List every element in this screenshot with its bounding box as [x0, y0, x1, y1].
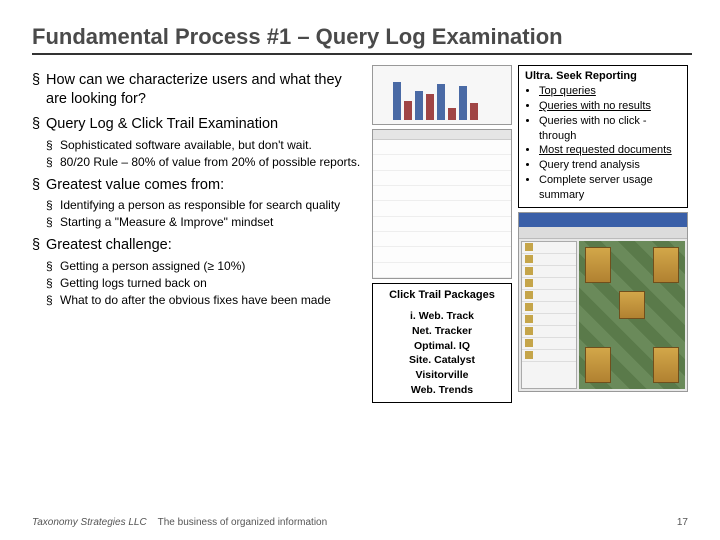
bullet-2: Query Log & Click Trail Examination: [32, 115, 362, 134]
footer: Taxonomy Strategies LLC The business of …: [32, 517, 688, 528]
ultra-item: Most requested documents: [539, 143, 681, 158]
bullet-3b: Starting a "Measure & Improve" mindset: [46, 215, 362, 230]
footer-left: Taxonomy Strategies LLC The business of …: [32, 517, 327, 528]
window-titlebar: [519, 213, 687, 227]
col-b: Ultra. Seek Reporting Top queries Querie…: [518, 65, 688, 403]
bullet-4c: What to do after the obvious fixes have …: [46, 293, 362, 308]
bullet-2b: 80/20 Rule – 80% of value from 20% of po…: [46, 155, 362, 170]
click-item: Net. Tracker: [375, 324, 509, 339]
bullet-2a: Sophisticated software available, but do…: [46, 138, 362, 153]
city-scene: [579, 241, 685, 389]
content-row: How can we characterize users and what t…: [32, 65, 688, 403]
ultra-item: Top queries: [539, 84, 681, 99]
click-item: Site. Catalyst: [375, 353, 509, 368]
bullet-1: How can we characterize users and what t…: [32, 71, 362, 109]
ultraseek-box: Ultra. Seek Reporting Top queries Querie…: [518, 65, 688, 208]
click-item: Visitorville: [375, 368, 509, 383]
left-column: How can we characterize users and what t…: [32, 65, 362, 403]
slide-title: Fundamental Process #1 – Query Log Exami…: [32, 24, 688, 50]
click-item: i. Web. Track: [375, 309, 509, 324]
bullet-3: Greatest value comes from:: [32, 176, 362, 195]
col-a: Click Trail Packages i. Web. Track Net. …: [372, 65, 512, 403]
ultra-item: Query trend analysis: [539, 158, 681, 173]
ultra-item: Queries with no results: [539, 99, 681, 114]
ultraseek-header: Ultra. Seek Reporting: [525, 70, 637, 82]
ultra-item: Complete server usage summary: [539, 173, 681, 203]
bullet-4b: Getting logs turned back on: [46, 276, 362, 291]
title-rule: [32, 53, 692, 55]
bullet-4: Greatest challenge:: [32, 236, 362, 255]
click-trail-header: Click Trail Packages: [375, 288, 509, 303]
visitor-list-panel: [521, 241, 577, 389]
brand-tagline: The business of organized information: [158, 517, 328, 528]
bullet-3a: Identifying a person as responsible for …: [46, 198, 362, 213]
right-column: Click Trail Packages i. Web. Track Net. …: [372, 65, 688, 403]
page-number: 17: [677, 517, 688, 528]
click-item: Web. Trends: [375, 383, 509, 398]
visitorville-screenshot: [518, 212, 688, 392]
click-trail-box: Click Trail Packages i. Web. Track Net. …: [372, 283, 512, 403]
report-table-thumbnail: [372, 129, 512, 279]
brand-name: Taxonomy Strategies LLC: [32, 517, 147, 528]
click-item: Optimal. IQ: [375, 339, 509, 354]
ultra-item: Queries with no click -through: [539, 114, 681, 144]
window-menubar: [519, 227, 687, 239]
bullet-4a: Getting a person assigned (≥ 10%): [46, 259, 362, 274]
chart-thumbnail: [372, 65, 512, 125]
